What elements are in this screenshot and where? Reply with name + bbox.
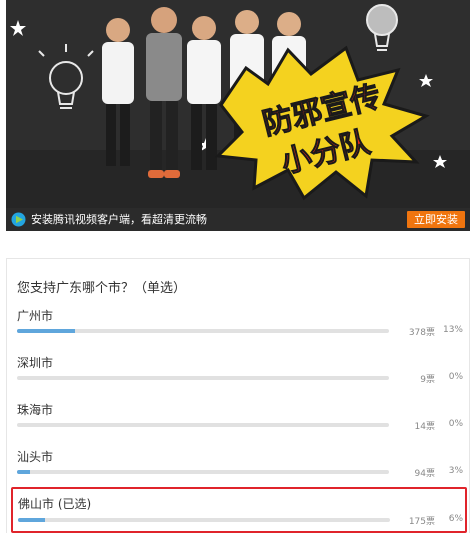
vote-progress-bar — [17, 470, 389, 474]
poll-option[interactable]: 珠海市 14票 0% — [11, 401, 467, 447]
poll-card: 您支持广东哪个市？（单选） 广州市 378票 13% 深圳市 9票 0% 珠海市… — [6, 258, 470, 533]
video-frame: 防邪宣传 小分队 — [6, 0, 470, 208]
vote-percent: 13% — [442, 325, 463, 335]
option-label: 广州市 — [17, 309, 54, 323]
vote-percent: 0% — [448, 372, 463, 382]
option-label: 佛山市 (已选) — [18, 497, 92, 511]
vote-count: 175票 — [408, 517, 435, 527]
vote-count: 378票 — [408, 328, 435, 338]
poll-question: 您支持广东哪个市？（单选） — [17, 281, 187, 296]
player-promo-bar: 安装腾讯视频客户端，看超清更流畅 立即安装 — [6, 208, 470, 231]
vote-count: 9票 — [420, 375, 435, 385]
vote-progress-bar — [17, 329, 389, 333]
install-button[interactable]: 立即安装 — [407, 211, 465, 228]
poll-option-selected[interactable]: 佛山市 (已选) 175票 6% — [11, 487, 467, 533]
poll-option[interactable]: 广州市 378票 13% — [11, 307, 467, 353]
vote-progress-bar — [18, 518, 390, 522]
poll-option[interactable]: 深圳市 9票 0% — [11, 354, 467, 400]
vote-progress-bar — [17, 376, 389, 380]
option-label: 珠海市 — [17, 403, 54, 417]
option-label: 深圳市 — [17, 356, 54, 370]
option-label: 汕头市 — [17, 450, 54, 464]
vote-percent: 3% — [448, 466, 463, 476]
vote-percent: 6% — [448, 514, 463, 524]
tencent-video-logo-icon — [11, 212, 26, 227]
vote-percent: 0% — [448, 419, 463, 429]
promo-text: 安装腾讯视频客户端，看超清更流畅 — [31, 213, 207, 226]
video-player[interactable]: 防邪宣传 小分队 — [6, 0, 470, 208]
vote-count: 14票 — [414, 422, 435, 432]
vote-progress-bar — [17, 423, 389, 427]
vote-count: 94票 — [414, 469, 435, 479]
